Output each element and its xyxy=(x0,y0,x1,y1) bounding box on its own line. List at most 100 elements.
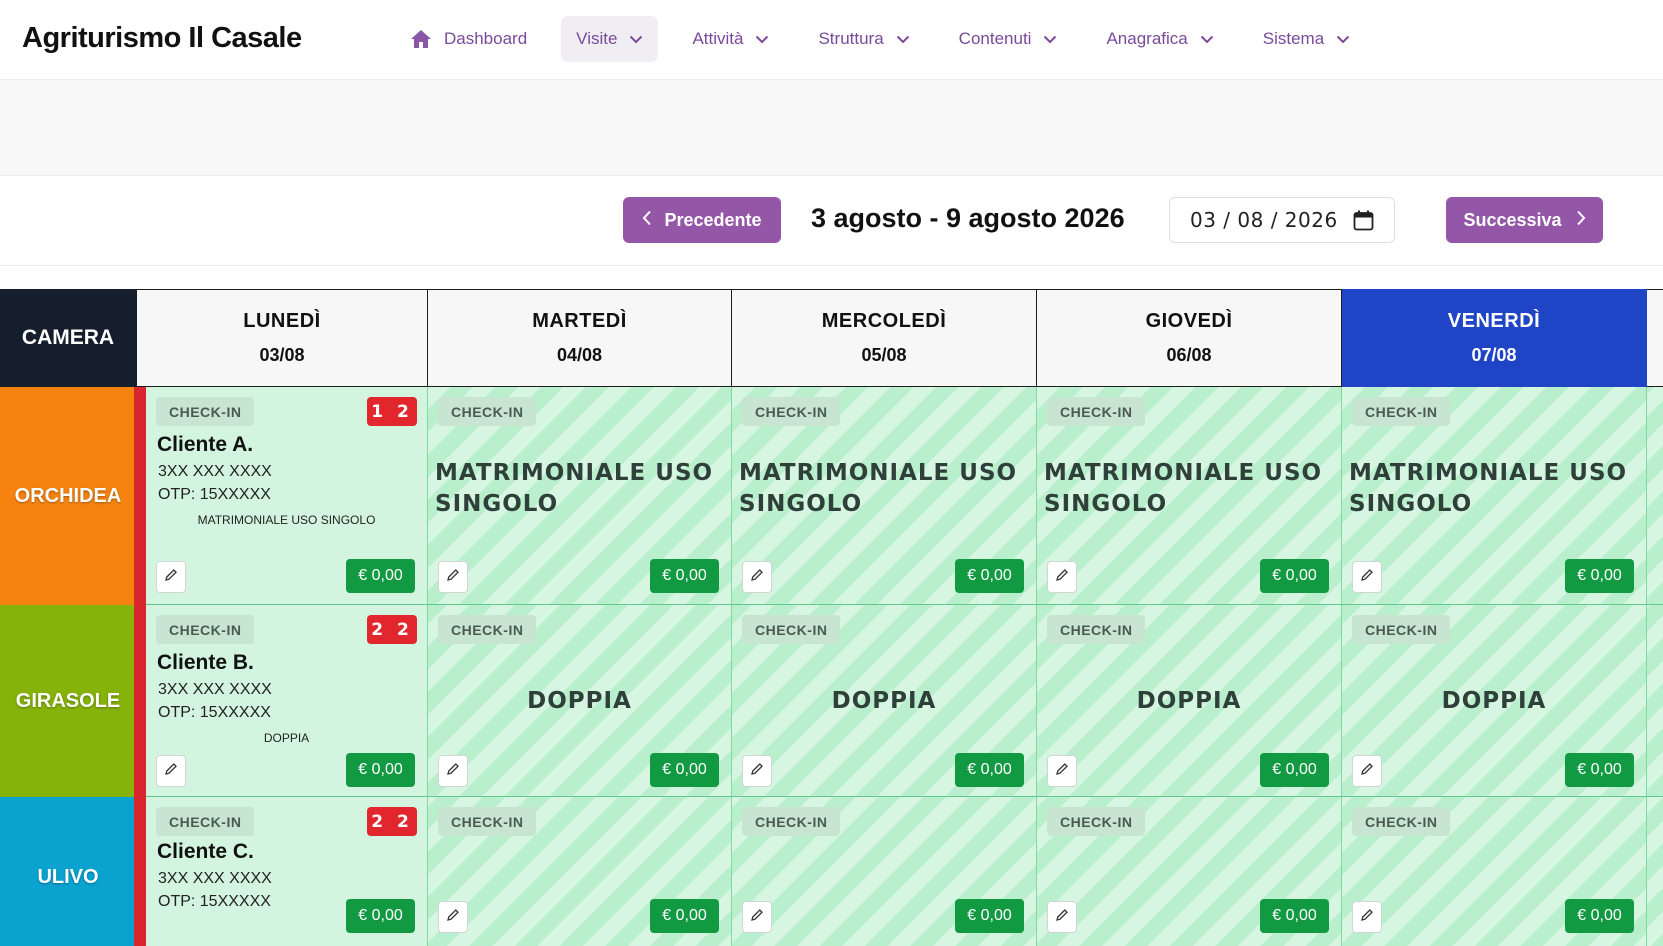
nav-item-label: Attività xyxy=(692,29,744,48)
nav-item-contenuti[interactable]: Contenuti xyxy=(944,16,1073,62)
edit-button[interactable] xyxy=(742,561,772,593)
edit-button[interactable] xyxy=(742,755,772,787)
nav-item-attivita[interactable]: Attività xyxy=(677,16,784,62)
price-badge[interactable]: € 0,00 xyxy=(1260,559,1329,593)
chevron-down-icon xyxy=(1200,35,1214,44)
room-label-orchidea[interactable]: ORCHIDEA xyxy=(0,387,136,605)
price-badge[interactable]: € 0,00 xyxy=(346,899,415,933)
calendar-icon[interactable] xyxy=(1353,210,1374,236)
price-badge[interactable]: € 0,00 xyxy=(346,559,415,593)
day-header-tuesday: MARTEDÌ 04/08 xyxy=(428,289,732,387)
price-badge[interactable]: € 0,00 xyxy=(1565,753,1634,787)
price-badge[interactable]: € 0,00 xyxy=(650,753,719,787)
guest-phone: 3XX XXX XXXX xyxy=(158,463,272,480)
edit-button[interactable] xyxy=(1047,901,1077,933)
price-badge[interactable]: € 0,00 xyxy=(1260,899,1329,933)
booking-cell-girasole-tue[interactable]: CHECK-IN DOPPIA € 0,00 xyxy=(428,605,732,797)
checkin-tag: CHECK-IN xyxy=(438,397,537,426)
booking-cell-orchidea-tue[interactable]: CHECK-IN MATRIMONIALE USO SINGOLO € 0,00 xyxy=(428,387,732,605)
booking-cell-orchidea-wed[interactable]: CHECK-IN MATRIMONIALE USO SINGOLO € 0,00 xyxy=(732,387,1037,605)
previous-week-button[interactable]: Precedente xyxy=(623,197,781,243)
price-badge[interactable]: € 0,00 xyxy=(955,899,1024,933)
edit-button[interactable] xyxy=(438,561,468,593)
booking-cell-girasole-wed[interactable]: CHECK-IN DOPPIA € 0,00 xyxy=(732,605,1037,797)
price-badge[interactable]: € 0,00 xyxy=(1260,753,1329,787)
checkin-tag: CHECK-IN xyxy=(156,807,255,836)
edit-button[interactable] xyxy=(1047,561,1077,593)
price-badge[interactable]: € 0,00 xyxy=(650,559,719,593)
booking-cell-girasole-mon[interactable]: CHECK-IN 2 2 Cliente B. 3XX XXX XXXX OTP… xyxy=(146,605,428,797)
guest-name[interactable]: Cliente B. xyxy=(157,651,254,675)
date-picker-input[interactable]: 03 / 08 / 2026 xyxy=(1169,197,1395,243)
booking-cell-girasole-thu[interactable]: CHECK-IN DOPPIA € 0,00 xyxy=(1037,605,1342,797)
room-label-girasole[interactable]: GIRASOLE xyxy=(0,605,136,797)
edit-button[interactable] xyxy=(156,561,186,593)
nav-item-dashboard[interactable]: Dashboard xyxy=(395,16,542,62)
nav-item-visite[interactable]: Visite xyxy=(561,16,659,62)
day-name: MERCOLEDÌ xyxy=(821,310,947,332)
booking-cell-orchidea-mon[interactable]: CHECK-IN 1 2 Cliente A. 3XX XXX XXXX OTP… xyxy=(146,387,428,605)
edit-button[interactable] xyxy=(1352,561,1382,593)
page-header-band xyxy=(0,80,1663,176)
price-badge[interactable]: € 0,00 xyxy=(1565,559,1634,593)
room-label-ulivo[interactable]: ULIVO xyxy=(0,797,136,946)
guest-phone: 3XX XXX XXXX xyxy=(158,681,272,698)
booking-cell-ulivo-tue[interactable]: CHECK-IN € 0,00 xyxy=(428,797,732,946)
price-badge[interactable]: € 0,00 xyxy=(955,559,1024,593)
booking-cell-ulivo-thu[interactable]: CHECK-IN € 0,00 xyxy=(1037,797,1342,946)
edit-button[interactable] xyxy=(742,901,772,933)
nav-item-label: Sistema xyxy=(1262,29,1325,48)
app-title[interactable]: Agriturismo Il Casale xyxy=(22,22,302,55)
day-name: MARTEDÌ xyxy=(532,310,627,332)
guest-name[interactable]: Cliente C. xyxy=(157,840,254,864)
nav-item-struttura[interactable]: Struttura xyxy=(803,16,924,62)
price-badge[interactable]: € 0,00 xyxy=(955,753,1024,787)
occupancy-status-bar xyxy=(134,387,146,946)
pencil-icon xyxy=(164,762,178,781)
day-date: 04/08 xyxy=(556,345,603,365)
booking-cell-ulivo-sat[interactable] xyxy=(1647,797,1663,946)
next-week-button[interactable]: Successiva xyxy=(1446,197,1603,243)
edit-button[interactable] xyxy=(1352,755,1382,787)
checkin-tag: CHECK-IN xyxy=(1047,397,1146,426)
room-type-label: MATRIMONIALE USO SINGOLO xyxy=(739,460,1018,517)
booking-cell-orchidea-sat[interactable] xyxy=(1647,387,1663,605)
guest-otp: OTP: 15XXXXX xyxy=(158,704,271,721)
booking-cell-ulivo-mon[interactable]: CHECK-IN 2 2 Cliente C. 3XX XXX XXXX OTP… xyxy=(146,797,428,946)
nav-item-label: Dashboard xyxy=(444,29,528,48)
price-badge[interactable]: € 0,00 xyxy=(650,899,719,933)
price-badge[interactable]: € 0,00 xyxy=(1565,899,1634,933)
edit-button[interactable] xyxy=(1352,901,1382,933)
booking-cell-girasole-sat[interactable] xyxy=(1647,605,1663,797)
guest-name[interactable]: Cliente A. xyxy=(157,433,253,457)
main-nav: Dashboard Visite Attività Struttura Cont… xyxy=(395,16,1384,62)
day-header-monday: LUNEDÌ 03/08 xyxy=(136,289,428,387)
day-date: 05/08 xyxy=(861,345,907,365)
room-type-label: MATRIMONIALE USO SINGOLO xyxy=(1044,460,1323,517)
nav-item-sistema[interactable]: Sistema xyxy=(1248,16,1365,62)
edit-button[interactable] xyxy=(156,755,186,787)
booking-calendar: CAMERA LUNEDÌ 03/08 MARTEDÌ 04/08 MERCOL… xyxy=(0,289,1663,946)
nav-item-label: Struttura xyxy=(818,29,884,48)
guest-counter-badge: 2 2 xyxy=(367,807,417,836)
edit-button[interactable] xyxy=(438,901,468,933)
checkin-tag: CHECK-IN xyxy=(438,807,537,836)
day-name: GIOVEDÌ xyxy=(1145,310,1233,332)
nav-item-anagrafica[interactable]: Anagrafica xyxy=(1091,16,1228,62)
booking-cell-orchidea-fri[interactable]: CHECK-IN MATRIMONIALE USO SINGOLO € 0,00 xyxy=(1342,387,1647,605)
pencil-icon xyxy=(1055,762,1069,781)
chevron-down-icon xyxy=(1043,35,1057,44)
booking-cell-orchidea-thu[interactable]: CHECK-IN MATRIMONIALE USO SINGOLO € 0,00 xyxy=(1037,387,1342,605)
edit-button[interactable] xyxy=(438,755,468,787)
checkin-tag: CHECK-IN xyxy=(1352,807,1451,836)
booking-cell-girasole-fri[interactable]: CHECK-IN DOPPIA € 0,00 xyxy=(1342,605,1647,797)
edit-button[interactable] xyxy=(1047,755,1077,787)
nav-item-label: Contenuti xyxy=(958,29,1032,48)
checkin-tag: CHECK-IN xyxy=(1352,397,1451,426)
booking-cell-ulivo-fri[interactable]: CHECK-IN € 0,00 xyxy=(1342,797,1647,946)
chevron-down-icon xyxy=(896,35,910,44)
booking-cell-ulivo-wed[interactable]: CHECK-IN € 0,00 xyxy=(732,797,1037,946)
top-navbar: Agriturismo Il Casale Dashboard Visite A… xyxy=(0,0,1663,80)
price-badge[interactable]: € 0,00 xyxy=(346,753,415,787)
guest-room-type: MATRIMONIALE USO SINGOLO xyxy=(197,513,376,527)
